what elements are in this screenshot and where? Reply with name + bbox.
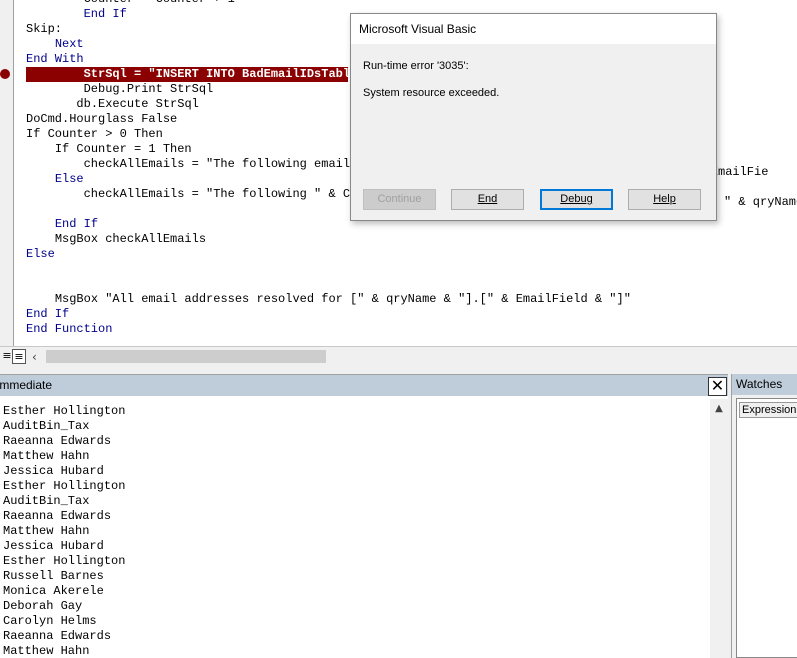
code-line-text: Else (26, 247, 55, 261)
immediate-output-line: Raeanna Edwards (3, 434, 112, 448)
immediate-output-line: Esther Hollington (3, 554, 126, 568)
immediate-output-line: Raeanna Edwards (3, 629, 112, 643)
margin-indicator-bar[interactable] (0, 0, 14, 346)
help-button-label: Help (653, 193, 676, 205)
immediate-output-line: Deborah Gay (3, 599, 83, 613)
code-line-text: End If (83, 7, 127, 21)
code-line-text: Counter = Counter + 1 (84, 0, 235, 6)
immediate-output-lines: Esther Hollington AuditBin_Tax Raeanna Edw… (3, 404, 125, 658)
immediate-output-line: Jessica Hubard (3, 539, 104, 553)
immediate-output-line: Russell Barnes (3, 569, 104, 583)
close-icon[interactable]: ✕ (708, 377, 727, 396)
debug-button[interactable]: Debug (540, 189, 613, 210)
code-line-text: checkAllEmails = "The following " & Cou (83, 187, 365, 201)
code-line-text: db.Execute StrSql (76, 97, 199, 111)
immediate-output-line: Matthew Hahn (3, 524, 90, 538)
immediate-output-line: Matthew Hahn (3, 644, 90, 658)
end-button-label: End (477, 193, 498, 205)
code-line-text: Next (54, 37, 84, 51)
code-line-text: If Counter > 0 Then (26, 127, 163, 141)
immediate-window: Immediate ✕ Esther Hollington AuditBin_Ta… (0, 374, 728, 658)
watches-window-title[interactable]: Watches (732, 374, 797, 395)
code-line-text: Else (54, 172, 84, 186)
immediate-output-line: AuditBin_Tax (3, 494, 90, 508)
code-line-text: End If (54, 217, 99, 231)
code-line-text: Skip: (26, 22, 63, 36)
code-line[interactable]: End If (26, 307, 631, 322)
watches-window: Watches Expression (731, 374, 797, 658)
code-line-text: If Counter = 1 Then (54, 142, 192, 156)
error-message: System resource exceeded. (363, 87, 500, 99)
immediate-output-line: Jessica Hubard (3, 464, 104, 478)
code-line-text: MsgBox checkAllEmails (54, 232, 207, 246)
code-line-text: StrSql = "INSERT INTO BadEmailIDsTable (83, 67, 358, 81)
immediate-output-line: Matthew Hahn (3, 449, 90, 463)
end-button[interactable]: End (451, 189, 524, 210)
code-line-text: End Function (26, 322, 113, 336)
immediate-vertical-scrollbar[interactable]: ▲ (710, 399, 728, 658)
immediate-output-line: Raeanna Edwards (3, 509, 112, 523)
code-line-text: End With (26, 52, 84, 66)
code-line[interactable]: MsgBox checkAllEmails (26, 232, 631, 247)
code-line[interactable]: MsgBox "All email addresses resolved for… (26, 292, 631, 307)
runtime-error-dialog: Microsoft Visual Basic Run-time error '3… (350, 13, 717, 221)
expression-column-header[interactable]: Expression (739, 402, 797, 418)
code-line[interactable]: Counter = Counter + 1 (26, 0, 631, 7)
immediate-output-line: AuditBin_Tax (3, 419, 90, 433)
help-button[interactable]: Help (628, 189, 701, 210)
code-line-text: DoCmd.Hourglass False (26, 112, 178, 126)
immediate-output-line: Esther Hollington (3, 404, 126, 418)
scroll-up-arrow-icon[interactable]: ▲ (710, 403, 728, 414)
error-code-label: Run-time error '3035': (363, 60, 469, 72)
code-line-text: MsgBox "All email addresses resolved for… (54, 292, 631, 306)
code-line[interactable]: StrSql = "INSERT INTO BadEmailIDsTable (26, 67, 357, 82)
immediate-output[interactable]: Esther Hollington AuditBin_Tax Raeanna Edw… (0, 399, 710, 658)
immediate-output-line: Monica Akerele (3, 584, 104, 598)
code-line[interactable] (26, 277, 631, 292)
horizontal-scrollbar-thumb[interactable] (46, 350, 326, 363)
immediate-window-title: Immediate (0, 378, 53, 392)
code-horizontal-scrollbar-row: ≡ ≡ ‹ (0, 346, 797, 366)
continue-button[interactable]: Continue (363, 189, 436, 210)
full-module-view-icon[interactable]: ≡ (12, 349, 26, 364)
watches-grid[interactable]: Expression (736, 398, 797, 658)
immediate-window-titlebar[interactable]: Immediate (0, 375, 728, 396)
code-line-text: End If (26, 307, 70, 321)
code-trailing-text: " & qryName (724, 195, 797, 209)
breakpoint-icon[interactable] (0, 69, 10, 79)
code-line-text: checkAllEmails = "The following email a (83, 157, 365, 171)
immediate-output-line: Carolyn Helms (3, 614, 97, 628)
immediate-output-line: Esther Hollington (3, 479, 126, 493)
dialog-title[interactable]: Microsoft Visual Basic (351, 14, 716, 44)
code-line[interactable]: End Function (26, 322, 631, 337)
code-line[interactable] (26, 262, 631, 277)
code-line-text: Debug.Print StrSql (83, 82, 214, 96)
debug-button-label: Debug (560, 193, 593, 205)
code-line[interactable]: Else (26, 247, 631, 262)
scroll-left-arrow-icon[interactable]: ‹ (32, 348, 42, 366)
